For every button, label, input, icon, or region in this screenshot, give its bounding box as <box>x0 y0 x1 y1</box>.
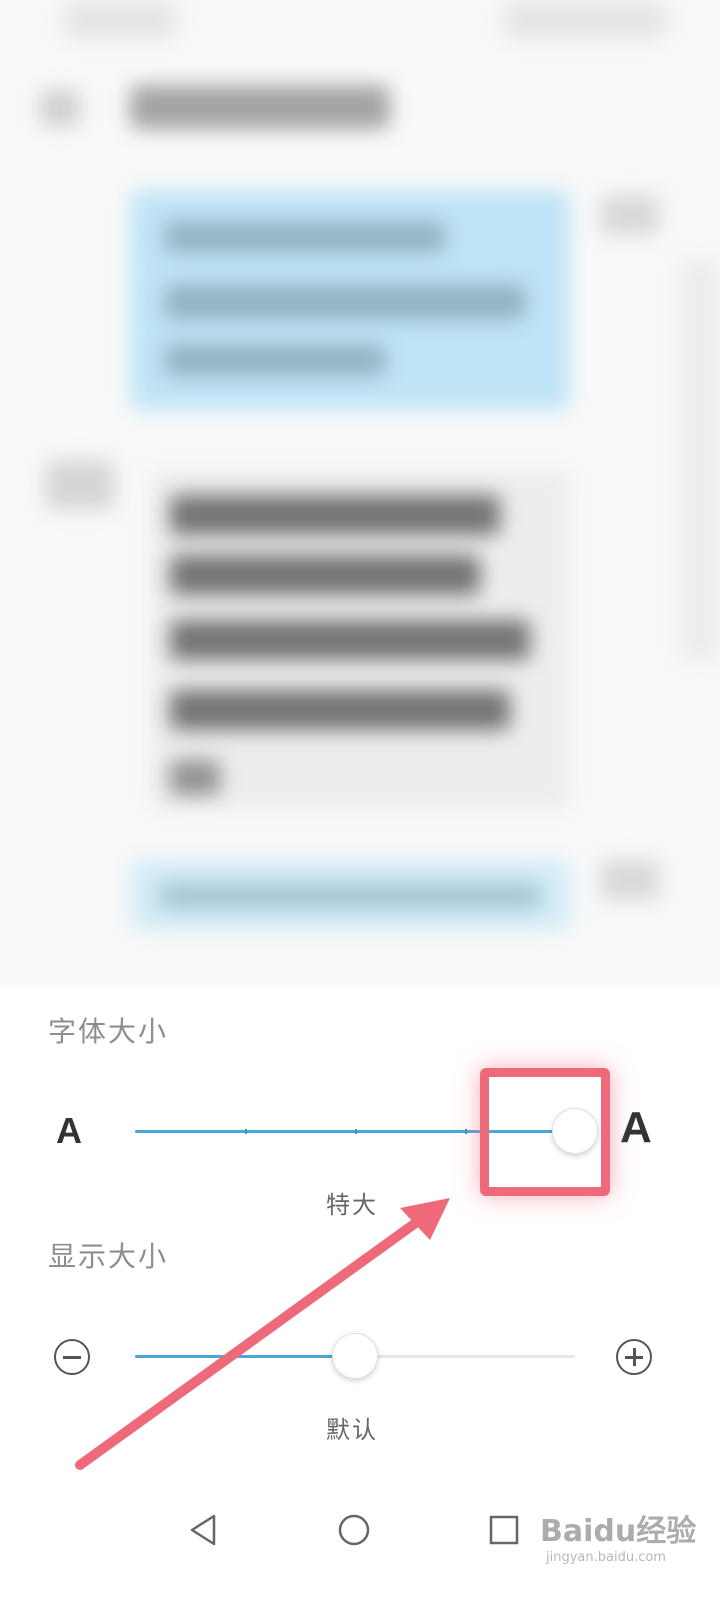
preview-avatar <box>600 860 660 900</box>
preview-topbar-left <box>60 0 180 40</box>
slider-tick <box>465 1129 467 1134</box>
preview-text-line <box>165 345 385 375</box>
display-size-slider-fill <box>135 1355 355 1358</box>
font-size-title: 字体大小 <box>48 1015 169 1048</box>
preview-topbar-right <box>500 0 670 40</box>
preview-avatar <box>600 195 660 235</box>
preview-title <box>130 85 390 129</box>
preview-text-line <box>165 285 525 319</box>
baidu-watermark: Baidu经验 jingyan.baidu.com <box>540 1500 700 1580</box>
preview-text-line <box>170 555 480 595</box>
display-size-title: 显示大小 <box>48 1240 169 1273</box>
small-font-icon: A <box>56 1110 82 1151</box>
preview-text-line <box>170 690 510 730</box>
slider-tick <box>245 1129 247 1134</box>
display-size-value: 默认 <box>326 1416 378 1444</box>
display-size-slider[interactable] <box>135 1333 575 1379</box>
font-size-value: 特大 <box>326 1191 378 1219</box>
slider-tick <box>355 1129 357 1134</box>
font-preview-area <box>0 0 720 985</box>
watermark-text: Baidu经验 <box>540 1514 697 1549</box>
preview-text-line <box>170 760 220 795</box>
decrease-display-size-icon[interactable] <box>54 1339 90 1375</box>
preview-text-line <box>165 222 445 252</box>
preview-text-line <box>170 495 500 535</box>
increase-display-size-icon[interactable] <box>616 1339 652 1375</box>
back-icon[interactable] <box>184 1510 224 1550</box>
preview-scroll-edge <box>680 260 720 660</box>
preview-avatar <box>45 460 115 510</box>
preview-text-line <box>170 620 530 660</box>
large-font-icon: A <box>620 1103 652 1152</box>
recent-apps-icon[interactable] <box>484 1510 524 1550</box>
annotation-highlight-box <box>480 1068 610 1196</box>
display-size-slider-thumb[interactable] <box>332 1333 378 1379</box>
preview-back-icon <box>40 90 80 126</box>
home-icon[interactable] <box>334 1510 374 1550</box>
watermark-url: jingyan.baidu.com <box>546 1550 666 1565</box>
preview-text-line <box>160 885 540 907</box>
